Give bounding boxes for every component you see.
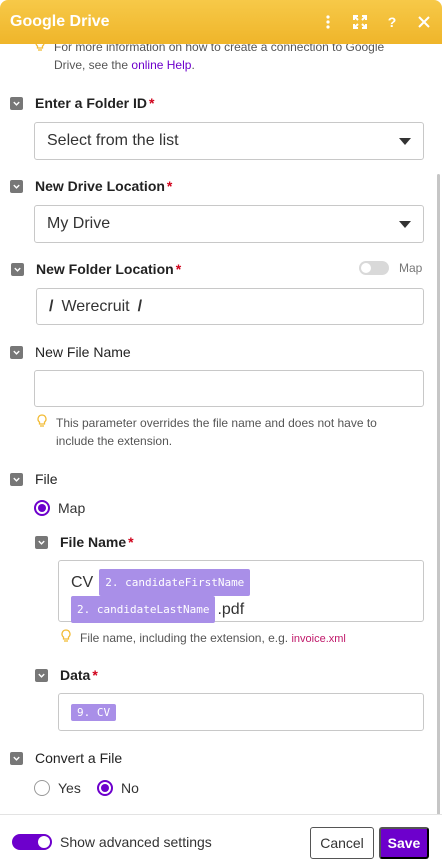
file-name-hint: File name, including the extension, e.g.… bbox=[60, 629, 420, 648]
checkbox-collapse-icon[interactable] bbox=[10, 472, 23, 486]
map-label: Map bbox=[399, 261, 423, 275]
new-file-name-input[interactable] bbox=[34, 370, 424, 407]
module-form: For more information on how to create a … bbox=[0, 44, 442, 814]
data-input[interactable]: 9. CV bbox=[58, 693, 424, 731]
example-link[interactable]: invoice.xml bbox=[291, 633, 345, 645]
checkbox-collapse-icon[interactable] bbox=[35, 668, 48, 682]
online-help-link[interactable]: online Help bbox=[131, 58, 191, 72]
save-button[interactable]: Save bbox=[379, 827, 429, 859]
file-map-label: Map bbox=[58, 500, 86, 516]
data-label: Data * bbox=[60, 667, 98, 683]
folder-id-label-row: Enter a Folder ID * bbox=[10, 95, 154, 111]
checkbox-collapse-icon[interactable] bbox=[10, 179, 23, 193]
convert-no-label: No bbox=[121, 780, 139, 796]
convert-label-row: Convert a File bbox=[10, 750, 122, 766]
new-file-name-hint: This parameter overrides the file name a… bbox=[36, 414, 416, 450]
drive-location-label-row: New Drive Location * bbox=[10, 178, 172, 194]
chevron-down-icon bbox=[399, 137, 411, 145]
file-name-label: File Name * bbox=[60, 534, 134, 550]
path-separator: / bbox=[137, 297, 143, 315]
file-name-input[interactable]: CV 2. candidateFirstName 2. candidateLas… bbox=[58, 560, 424, 623]
close-icon[interactable] bbox=[416, 14, 432, 30]
map-toggle[interactable] bbox=[359, 261, 389, 275]
advanced-settings-toggle[interactable] bbox=[12, 833, 52, 850]
scrollbar[interactable] bbox=[437, 174, 440, 814]
drive-location-label: New Drive Location * bbox=[35, 178, 173, 194]
variable-pill[interactable]: 9. CV bbox=[71, 703, 117, 721]
help-icon[interactable]: ? bbox=[384, 14, 400, 30]
map-radio[interactable] bbox=[34, 500, 50, 516]
module-footer: Show advanced settings Cancel Save bbox=[0, 814, 442, 868]
folder-location-label-row: New Folder Location * bbox=[11, 261, 181, 277]
convert-yes-option[interactable]: Yes bbox=[34, 780, 81, 796]
checkbox-collapse-icon[interactable] bbox=[35, 535, 48, 549]
file-name-prefix: CV bbox=[71, 574, 94, 591]
advanced-settings-label: Show advanced settings bbox=[60, 833, 212, 850]
connection-hint-text: For more information on how to create a … bbox=[54, 44, 385, 72]
new-file-name-label-row: New File Name bbox=[10, 344, 131, 360]
yes-radio[interactable] bbox=[34, 780, 50, 796]
checkbox-collapse-icon[interactable] bbox=[10, 96, 23, 110]
drive-location-select[interactable]: My Drive bbox=[34, 205, 424, 243]
new-file-name-hint-text: This parameter overrides the file name a… bbox=[56, 416, 377, 448]
expand-icon[interactable] bbox=[352, 14, 368, 30]
folder-location-label: New Folder Location * bbox=[36, 261, 182, 277]
file-label-row: File bbox=[10, 471, 58, 487]
module-header: Google Drive ? bbox=[0, 0, 442, 44]
no-radio[interactable] bbox=[97, 780, 113, 796]
connection-hint: For more information on how to create a … bbox=[34, 44, 414, 74]
checkbox-collapse-icon[interactable] bbox=[10, 751, 23, 765]
file-name-label-row: File Name * bbox=[35, 534, 134, 550]
path-separator: / bbox=[49, 297, 54, 315]
file-label: File bbox=[35, 471, 58, 487]
checkbox-collapse-icon[interactable] bbox=[11, 262, 24, 276]
convert-no-option[interactable]: No bbox=[97, 780, 139, 796]
file-name-suffix: .pdf bbox=[217, 601, 245, 618]
cancel-button[interactable]: Cancel bbox=[310, 827, 374, 859]
folder-id-value: Select from the list bbox=[47, 132, 179, 149]
map-toggle-row: Map bbox=[359, 261, 422, 275]
new-file-name-label: New File Name bbox=[35, 344, 131, 360]
lightbulb-icon bbox=[34, 44, 48, 74]
folder-id-label: Enter a Folder ID * bbox=[35, 95, 155, 111]
drive-location-value: My Drive bbox=[47, 215, 111, 232]
folder-id-select[interactable]: Select from the list bbox=[34, 122, 424, 160]
file-name-hint-text: File name, including the extension, e.g. bbox=[80, 631, 289, 645]
more-vertical-icon[interactable] bbox=[320, 14, 336, 30]
folder-location-path[interactable]: / Werecruit / bbox=[36, 288, 424, 325]
chevron-down-icon bbox=[399, 220, 411, 228]
lightbulb-icon bbox=[36, 414, 50, 450]
variable-pill[interactable]: 2. candidateLastName bbox=[71, 596, 216, 623]
lightbulb-icon bbox=[60, 629, 74, 648]
checkbox-collapse-icon[interactable] bbox=[10, 345, 23, 359]
variable-pill[interactable]: 2. candidateFirstName bbox=[99, 569, 251, 596]
data-label-row: Data * bbox=[35, 667, 98, 683]
file-map-option[interactable]: Map bbox=[34, 500, 85, 516]
convert-yes-label: Yes bbox=[58, 780, 81, 796]
module-title: Google Drive bbox=[10, 13, 110, 30]
folder-location-value[interactable]: Werecruit bbox=[61, 298, 129, 316]
convert-label: Convert a File bbox=[35, 750, 123, 766]
